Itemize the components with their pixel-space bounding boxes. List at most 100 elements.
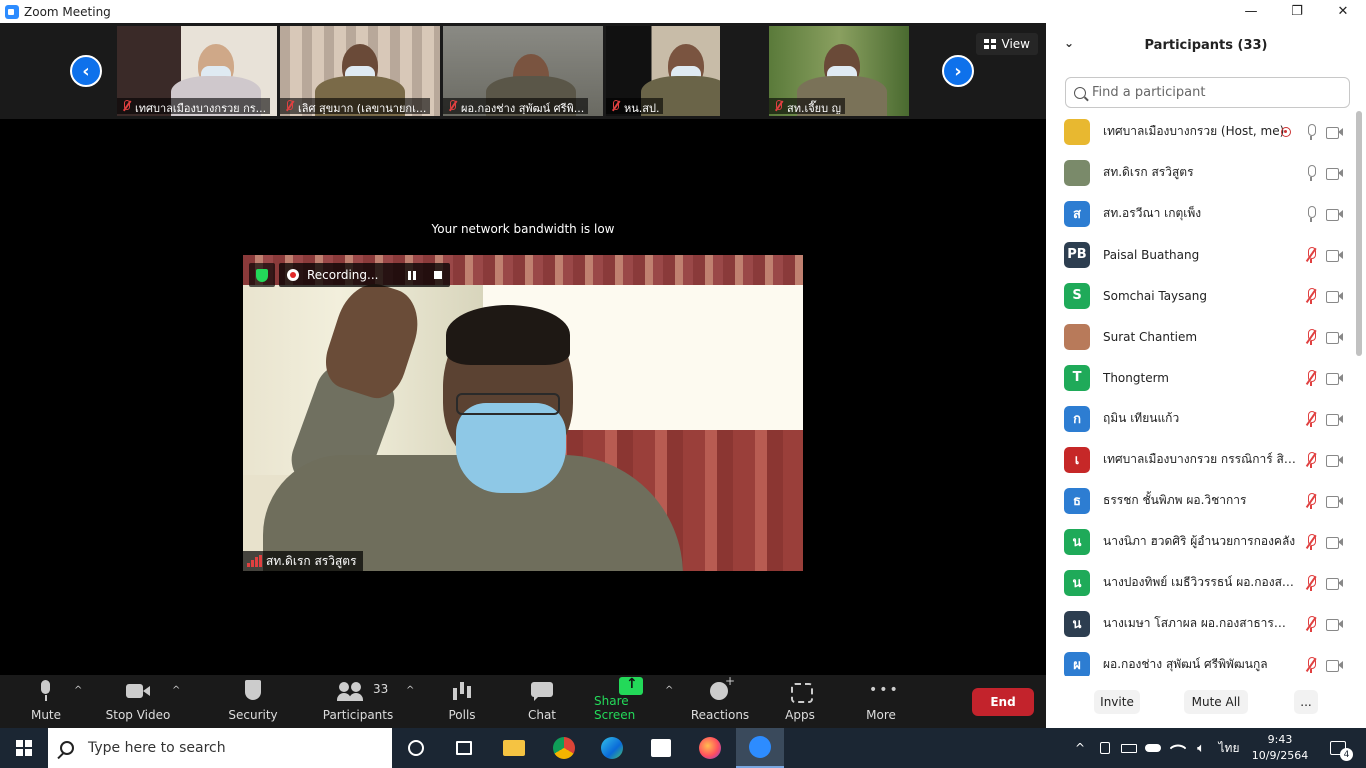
video-thumbnail[interactable]: เทศบาลเมืองบางกรวย กร... <box>117 26 277 116</box>
participant-avatar: T <box>1064 364 1090 391</box>
gallery-next-button[interactable]: › <box>942 55 974 87</box>
action-center-button[interactable]: 4 <box>1320 728 1356 768</box>
participant-avatar: เ <box>1064 446 1090 473</box>
participant-row[interactable]: Surat Chantiem <box>1046 316 1354 357</box>
chat-button[interactable]: Chat <box>520 675 564 728</box>
stop-video-button[interactable]: Stop Video <box>104 675 172 728</box>
participant-search-input[interactable] <box>1092 85 1342 100</box>
panel-title: Participants (33) <box>1144 37 1268 53</box>
thumbnail-name: เทศบาลเมืองบางกรวย กร... <box>135 102 267 114</box>
scrollbar-thumb[interactable] <box>1356 111 1362 356</box>
participants-scrollbar[interactable] <box>1356 111 1362 676</box>
participant-row[interactable]: T Thongterm <box>1046 357 1354 398</box>
taskbar-chrome[interactable] <box>540 728 588 768</box>
input-language-indicator[interactable]: ไทย <box>1214 728 1244 768</box>
participant-row[interactable]: ก ฤมิน เทียนแก้ว <box>1046 398 1354 439</box>
volume-tray[interactable]: 🔈︎ <box>1190 728 1212 768</box>
pause-recording-icon[interactable] <box>408 270 417 280</box>
video-camera-icon <box>1326 536 1344 549</box>
security-button[interactable]: Security <box>226 675 280 728</box>
onedrive-tray[interactable] <box>1142 728 1164 768</box>
participant-avatar: ก <box>1064 405 1090 432</box>
video-thumbnail[interactable]: หน.สป. <box>606 26 720 116</box>
active-speaker-video[interactable]: Recording... สท.ดิเรก สรวิสูตร <box>243 255 803 571</box>
start-button[interactable] <box>0 728 48 768</box>
participant-row[interactable]: สท.ดิเรก สรวิสูตร <box>1046 152 1354 193</box>
share-screen-button[interactable]: Share Screen <box>594 675 668 728</box>
apps-button[interactable]: Apps <box>780 675 820 728</box>
taskbar-firefox[interactable] <box>686 728 734 768</box>
more-button[interactable]: More <box>860 675 902 728</box>
video-thumbnail[interactable]: เลิศ สุขมาก (เลขานายกเ... <box>280 26 440 116</box>
participant-row[interactable]: S Somchai Taysang <box>1046 275 1354 316</box>
video-camera-icon <box>1326 659 1344 672</box>
muted-mic-icon <box>773 100 783 112</box>
taskbar-edge[interactable] <box>588 728 636 768</box>
video-camera-icon <box>1326 577 1344 590</box>
participant-row[interactable]: ส สท.อรวีณา เกตุเพ็ง <box>1046 193 1354 234</box>
microphone-icon <box>1304 123 1318 140</box>
collapse-panel-chevron-icon[interactable]: ⌄ <box>1064 36 1074 50</box>
panel-more-button[interactable]: ... <box>1294 690 1318 714</box>
video-options-caret[interactable]: ^ <box>172 685 180 696</box>
taskbar-clock[interactable]: 9:43 10/9/2564 <box>1248 732 1312 764</box>
participants-icon <box>337 680 363 702</box>
share-options-caret[interactable]: ^ <box>665 685 673 696</box>
video-area: ‹ เทศบาลเมืองบางกรวย กร... เลิศ สุขมาก (… <box>0 23 1046 675</box>
participant-row[interactable]: ธ ธรรชก ชั้นพิภพ ผอ.วิชาการ <box>1046 480 1354 521</box>
clock-date: 10/9/2564 <box>1251 749 1309 762</box>
end-meeting-button[interactable]: End <box>972 688 1034 716</box>
mute-button[interactable]: Mute <box>22 675 70 728</box>
participant-row[interactable]: น นางปองทิพย์ เมธีวิวรรธน์ ผอ.กองสวัส... <box>1046 562 1354 603</box>
invite-button[interactable]: Invite <box>1094 690 1140 714</box>
participant-avatar: ธ <box>1064 487 1090 514</box>
cortana-button[interactable] <box>392 728 440 768</box>
stop-recording-icon[interactable] <box>434 271 443 279</box>
chat-icon <box>530 680 554 702</box>
video-thumbnail[interactable]: สท.เจี๊ยบ ญ <box>769 26 909 116</box>
taskbar-zoom[interactable] <box>736 728 784 768</box>
participant-row[interactable]: ผ ผอ.กองช่าง สุพัฒน์ ศรีพิพัฒนกูล <box>1046 644 1354 676</box>
participant-row[interactable]: เทศบาลเมืองบางกรวย (Host, me) <box>1046 111 1354 152</box>
taskbar-file-explorer[interactable] <box>490 728 538 768</box>
participant-row[interactable]: PB Paisal Buathang <box>1046 234 1354 275</box>
participant-row[interactable]: น นางเมษา โสภาผล ผอ.กองสาธารณสุ... <box>1046 603 1354 644</box>
polls-button[interactable]: Polls <box>440 675 484 728</box>
reactions-button[interactable]: Reactions <box>691 674 749 728</box>
participants-options-caret[interactable]: ^ <box>406 685 414 696</box>
show-hidden-icons-button[interactable]: ^ <box>1070 728 1090 768</box>
thumbnail-name-label: หน.สป. <box>606 98 664 114</box>
grid-view-icon <box>983 39 996 49</box>
video-thumbnail[interactable]: ผอ.กองช่าง สุพัฒน์ ศรีพิ... <box>443 26 603 116</box>
thumbnail-name-label: เทศบาลเมืองบางกรวย กร... <box>117 98 271 114</box>
encryption-shield-icon[interactable] <box>249 263 275 287</box>
video-camera-icon <box>1326 372 1344 385</box>
participant-row[interactable]: น นางนิภา ฮวดศิริ ผู้อำนวยการกองคลัง <box>1046 521 1354 562</box>
participant-name: Thongterm <box>1103 370 1169 385</box>
restore-button[interactable]: ❐ <box>1274 0 1320 23</box>
participant-avatar: น <box>1064 610 1090 637</box>
participant-row[interactable]: เ เทศบาลเมืองบางกรวย กรรณิการ์ สิท... <box>1046 439 1354 480</box>
taskbar-search-placeholder: Type here to search <box>88 740 226 756</box>
speaker-glasses <box>456 393 560 415</box>
video-camera-icon <box>1326 167 1344 180</box>
participant-name: นางปองทิพย์ เมธีวิวรรธน์ ผอ.กองสวัส... <box>1103 575 1296 589</box>
battery-tray[interactable] <box>1118 728 1140 768</box>
view-button[interactable]: View <box>975 33 1038 55</box>
participants-label: Participants <box>322 708 394 722</box>
minimize-button[interactable]: — <box>1228 0 1274 23</box>
participant-search[interactable] <box>1065 77 1350 108</box>
mute-all-button[interactable]: Mute All <box>1184 690 1248 714</box>
task-view-button[interactable] <box>440 728 488 768</box>
cortana-circle-icon <box>408 740 424 756</box>
chevron-up-icon: ^ <box>1074 741 1086 755</box>
gallery-prev-button[interactable]: ‹ <box>70 55 102 87</box>
taskbar-store[interactable] <box>637 728 685 768</box>
audio-options-caret[interactable]: ^ <box>74 685 82 696</box>
network-tray[interactable] <box>1168 728 1188 768</box>
recording-status-icon <box>1281 126 1291 137</box>
close-button[interactable]: ✕ <box>1320 0 1366 23</box>
taskbar-search-box[interactable]: Type here to search <box>48 728 392 768</box>
tray-app-icon[interactable] <box>1096 728 1114 768</box>
video-camera-icon <box>1326 290 1344 303</box>
